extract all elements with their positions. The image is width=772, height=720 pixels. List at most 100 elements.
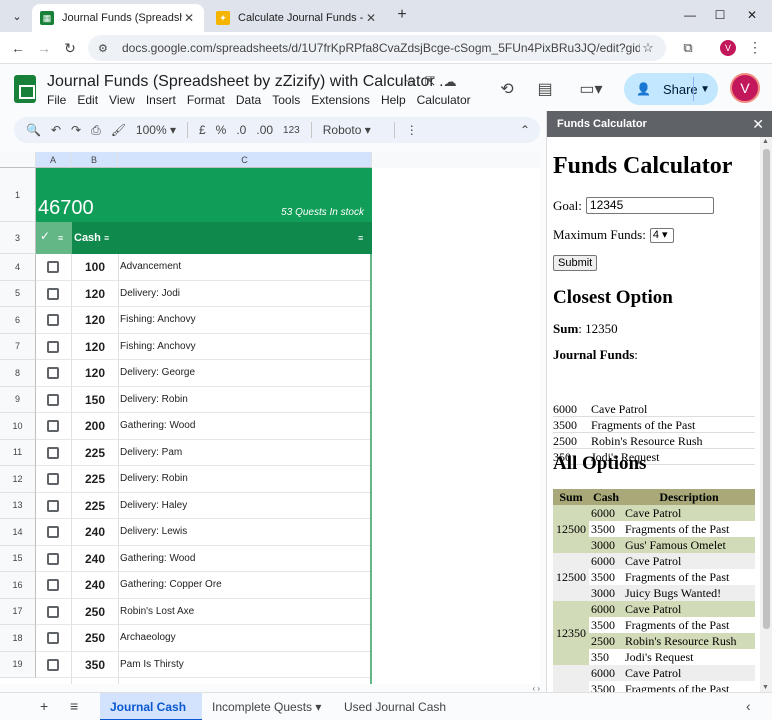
select-all-corner[interactable] [0,152,36,168]
row-header[interactable]: 10 [0,413,36,440]
row-checkbox[interactable] [47,420,59,432]
description-cell[interactable]: Delivery: Robin [120,387,188,413]
browser-menu-icon[interactable]: ⋮ [748,39,762,56]
row-checkbox[interactable] [47,552,59,565]
row-checkbox[interactable] [47,579,59,591]
sidebar-scrollbar[interactable]: ▲ ▼ [760,137,772,692]
cash-cell[interactable]: 225 [72,440,118,466]
row-header[interactable]: 18 [0,625,36,652]
sheets-logo-icon[interactable] [14,75,36,103]
back-icon[interactable]: ← [8,38,28,58]
cash-cell[interactable]: 240 [72,572,118,598]
row-header[interactable]: 13 [0,492,36,519]
row-header[interactable]: 16 [0,572,36,599]
add-sheet-icon[interactable]: + [40,698,48,714]
row-checkbox[interactable] [47,499,59,512]
row-checkbox[interactable] [47,314,59,326]
scroll-thumb[interactable] [763,149,770,629]
description-cell[interactable]: Robin's Lost Axe [120,599,194,625]
close-window-icon[interactable]: ✕ [742,5,762,25]
site-info-icon[interactable]: ⚙ [98,42,114,55]
filter-icon[interactable]: ≡ [58,233,63,243]
cash-cell[interactable]: 250 [72,625,118,651]
row-header[interactable]: 4 [0,254,36,281]
row-header[interactable]: 15 [0,545,36,572]
zoom-select[interactable]: 100% ▾ [136,123,176,137]
decrease-decimal-button[interactable]: .0 [236,123,246,137]
browser-tab-inactive[interactable]: ✦ Calculate Journal Funds - Proje ✕ [208,4,386,32]
menu-edit[interactable]: Edit [77,93,98,107]
cloud-status-icon[interactable]: ☁ [444,74,465,89]
row-checkbox[interactable] [47,658,59,671]
description-cell[interactable]: Delivery: Jodi [120,281,180,307]
menu-calculator[interactable]: Calculator [417,93,471,107]
row-checkbox[interactable] [47,340,59,353]
more-tools-icon[interactable]: ⋮ [406,123,418,137]
description-cell[interactable]: Delivery: Haley [120,493,187,519]
menu-format[interactable]: Format [187,93,225,107]
description-cell[interactable]: Fishing: Anchovy [120,307,196,333]
row-header[interactable]: 19 [0,651,36,678]
row-checkbox[interactable] [47,446,59,459]
column-header-a[interactable]: A [36,152,71,168]
row-header[interactable]: 8 [0,360,36,387]
submit-button[interactable]: Submit [553,255,598,271]
sheet-tab-incomplete-quests[interactable]: Incomplete Quests ▾ [202,693,332,720]
cash-cell[interactable]: 150 [72,387,118,413]
menu-extensions[interactable]: Extensions [311,93,370,107]
currency-format-button[interactable]: £ [199,123,206,137]
sheet-tab-journal-cash[interactable]: Journal Cash ▾ [100,693,202,720]
cash-cell[interactable]: 240 [72,519,118,545]
forward-icon[interactable]: → [34,38,54,58]
menu-file[interactable]: File [47,93,66,107]
row-header[interactable]: 5 [0,280,36,307]
address-bar[interactable]: ⚙ docs.google.com/spreadsheets/d/1U7frKp… [88,35,666,61]
reload-icon[interactable]: ↻ [60,38,80,58]
search-menus-icon[interactable]: 🔍 [26,123,41,137]
horizontal-scroll-arrows[interactable]: ‹ › [372,684,540,693]
bookmark-star-icon[interactable]: ☆ [640,40,656,56]
meet-icon[interactable]: ▭▾ [574,79,608,101]
goal-input[interactable]: 12345 [585,197,714,214]
filter-icon[interactable]: ≡ [104,233,109,243]
move-icon[interactable]: ⇱ [425,74,444,89]
row-checkbox[interactable] [47,526,59,538]
column-header-b[interactable]: B [71,152,118,168]
profile-avatar[interactable]: V [720,40,736,56]
comments-icon[interactable]: ▤ [534,79,556,101]
undo-icon[interactable]: ↶ [51,123,61,137]
extensions-icon[interactable]: ⧉ [680,40,696,56]
row-header[interactable]: 1 [0,168,36,222]
tab-search-icon[interactable]: ⌄ [6,5,28,27]
cash-cell[interactable]: 225 [72,493,118,519]
row-checkbox[interactable] [47,632,59,644]
description-cell[interactable]: Gathering: Wood [120,546,195,572]
number-format-button[interactable]: 123 [283,125,300,136]
description-cell[interactable]: Delivery: Robin [120,466,188,492]
scroll-down-icon[interactable]: ▼ [762,684,769,691]
cash-cell[interactable]: 120 [72,334,118,360]
description-cell[interactable]: Delivery: Pam [120,440,182,466]
row-header[interactable]: 17 [0,598,36,625]
row-header[interactable]: 3 [0,222,36,254]
percent-format-button[interactable]: % [216,123,227,137]
description-cell[interactable]: Gathering: Wood [120,413,195,439]
star-icon[interactable]: ☆ [405,74,425,89]
cash-cell[interactable]: 225 [72,466,118,492]
new-tab-icon[interactable]: + [392,5,412,25]
row-header[interactable]: 14 [0,519,36,546]
cash-cell[interactable]: 200 [72,413,118,439]
menu-help[interactable]: Help [381,93,406,107]
redo-icon[interactable]: ↷ [71,123,81,137]
row-checkbox[interactable] [47,287,59,300]
menu-tools[interactable]: Tools [272,93,300,107]
cash-cell[interactable]: 120 [72,281,118,307]
row-checkbox[interactable] [47,605,59,618]
close-tab-icon[interactable]: ✕ [182,11,196,25]
row-header[interactable]: 12 [0,466,36,493]
cash-cell[interactable]: 350 [72,652,118,678]
description-cell[interactable]: Archaeology [120,625,176,651]
increase-decimal-button[interactable]: .00 [256,123,273,137]
sheet-tab-used-journal-cash[interactable]: Used Journal Cash ▾ [334,693,464,720]
row-checkbox[interactable] [47,261,59,273]
